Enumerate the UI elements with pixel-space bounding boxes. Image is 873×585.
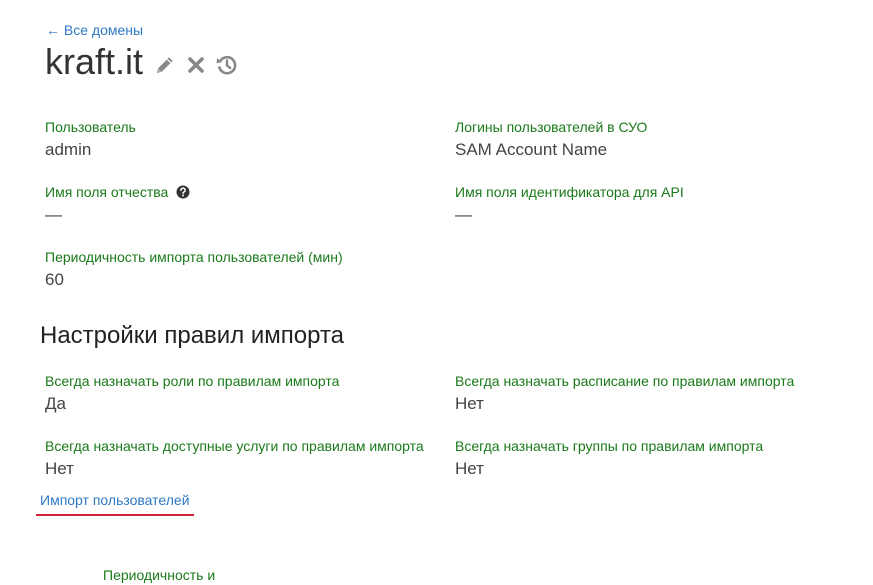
- field-roles-value: Да: [45, 394, 66, 413]
- field-patronymic-value: —: [45, 205, 62, 224]
- field-user-label: Пользователь: [45, 119, 136, 135]
- pencil-icon[interactable]: [153, 53, 177, 77]
- field-schedule: Всегда назначать расписание по правилам …: [455, 372, 855, 415]
- field-patronymic-label-row: Имя поля отчества: [45, 183, 445, 201]
- field-roles: Всегда назначать роли по правилам импорт…: [45, 372, 445, 415]
- field-patronymic: Имя поля отчества —: [45, 183, 445, 226]
- back-to-domains-link[interactable]: ← Все домены: [46, 22, 143, 38]
- field-services: Всегда назначать доступные услуги по пра…: [45, 437, 445, 480]
- field-services-value: Нет: [45, 459, 74, 478]
- field-roles-label: Всегда назначать роли по правилам импорт…: [45, 373, 340, 389]
- field-api-id-value: —: [455, 205, 472, 224]
- field-logins-value: SAM Account Name: [455, 140, 608, 159]
- question-circle-icon[interactable]: [176, 185, 190, 199]
- field-user-value: admin: [45, 140, 92, 159]
- title-row: kraft.it: [45, 40, 239, 84]
- field-patronymic-label: Имя поля отчества: [45, 184, 169, 200]
- field-period-partial-label: Периодичность и: [103, 567, 216, 583]
- field-services-label: Всегда назначать доступные услуги по пра…: [45, 438, 424, 454]
- field-groups-value: Нет: [455, 459, 484, 478]
- field-period-label: Периодичность импорта пользователей (мин…: [45, 249, 343, 265]
- field-api-id-label: Имя поля идентификатора для API: [455, 184, 684, 200]
- import-rules-title: Настройки правил импорта: [40, 322, 345, 349]
- field-schedule-value: Нет: [455, 394, 484, 413]
- field-user: Пользователь admin: [45, 118, 445, 161]
- field-api-id: Имя поля идентификатора для API —: [455, 183, 855, 226]
- field-logins: Логины пользователей в СУО SAM Account N…: [455, 118, 855, 161]
- tab-import-users[interactable]: Импорт пользователей: [36, 490, 194, 516]
- close-icon[interactable]: [184, 53, 208, 77]
- page-title: kraft.it: [45, 41, 144, 82]
- field-groups-label: Всегда назначать группы по правилам импо…: [455, 438, 764, 454]
- history-icon[interactable]: [215, 53, 239, 77]
- field-logins-label: Логины пользователей в СУО: [455, 119, 648, 135]
- field-schedule-label: Всегда назначать расписание по правилам …: [455, 373, 795, 389]
- field-groups: Всегда назначать группы по правилам импо…: [455, 437, 855, 480]
- field-period: Периодичность импорта пользователей (мин…: [45, 248, 445, 291]
- field-period-value: 60: [45, 270, 64, 289]
